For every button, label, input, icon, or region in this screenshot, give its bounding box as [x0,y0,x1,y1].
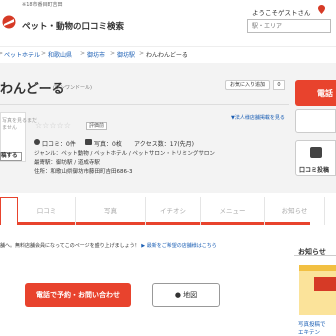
breadcrumb-separator: > [139,50,145,57]
comment-icon [34,139,40,145]
welcome-text: ようこそゲストさん [252,9,311,17]
tel-button[interactable]: 電話 [295,80,336,106]
secondary-action-button[interactable] [295,109,336,133]
sidebar-news-title: お知らせ [298,248,326,256]
rating-stars: ☆☆☆☆☆ [35,121,71,130]
breadcrumb-separator: > [80,50,86,57]
business-listing-link[interactable]: ▼法人様店舗掲載を見る [231,114,285,121]
breadcrumb-separator: > [110,50,116,57]
site-logo-text[interactable]: ペット・動物の口コミ検索 [22,20,124,32]
tab-photos[interactable]: 写真 [76,197,146,225]
photo-count[interactable]: 写真：0枚 [94,139,122,148]
breadcrumb-item[interactable]: 御坊駅 [117,50,135,59]
map-pin-icon: ● [174,291,181,299]
logo-icon[interactable] [2,15,16,29]
claim-notice: 舗へ。無料店舗会員になってこのページを盛り上げましょう！ ▶ 最新をご希望の店舗… [0,242,217,249]
tab-reviews[interactable]: 口コミ [18,197,76,225]
photo-placeholder-text: ません [2,125,17,131]
tel-reservation-button[interactable]: 電話で予約・お問い合わせ [25,283,131,307]
claim-notice-text: 舗へ。無料店舗会員になってこのページを盛り上げましょう！ [0,243,140,249]
chat-icon [310,147,322,158]
rating-badge: 評価前 [86,122,108,130]
tel-button-label: 電話 [317,89,333,98]
tab-top[interactable] [0,197,18,225]
favorite-button[interactable]: お気に入り追加 [225,80,270,90]
photo-placeholder-text: 写真を見るまだ [2,118,38,124]
breadcrumb-item[interactable]: 御坊市 [87,50,105,59]
shop-address: 住所：和歌山県御坊市藤田町吉田686-3 [34,169,133,175]
access-count: アクセス数：17(先月) [134,141,195,148]
shop-genre[interactable]: ジャンル：ペット動物 / ペットホテル / ペットサロン・トリミングサロン [34,149,215,157]
map-pin-icon [318,5,325,14]
shop-subtitle: (ワンワンドール) [53,85,92,91]
claim-notice-link[interactable]: 最新をご希望の店舗様はこちら [147,243,217,249]
info-icon: ▶ [141,243,146,249]
map-button-label: 地図 [183,291,198,299]
breadcrumb-separator: > [41,50,47,57]
breadcrumb-separator: > [0,50,4,57]
tab-recommend[interactable]: イチオシ [146,197,201,225]
review-post-label: 口コミ投稿 [299,167,330,174]
camera-icon [85,139,92,145]
tab-news[interactable]: お知らせ [265,197,325,225]
favorite-count: 0 [273,80,285,90]
sidebar-link[interactable]: 写真投稿で [298,320,326,328]
area-search-input[interactable] [247,19,331,33]
promo-banner-graphic [314,277,336,291]
photo-post-button[interactable]: 稿する [0,152,22,161]
breadcrumb-current: わんわんどーる [146,52,188,59]
breadcrumb-item[interactable]: ペットホテル [4,50,40,59]
review-post-button[interactable]: 口コミ投稿 [295,140,336,176]
shop-station[interactable]: 最寄駅：御坊駅 / 道成寺駅 [34,158,100,166]
map-button[interactable]: ● 地図 [152,283,220,307]
divider [0,104,289,105]
review-count[interactable]: 口コミ：0件 [42,139,76,148]
header-top-text: ※18市番目町吉田 [22,2,63,8]
promo-banner-stripe [299,265,336,271]
tab-menu[interactable]: メニュー [201,197,265,225]
breadcrumb-item[interactable]: 和歌山県 [48,50,72,59]
sidebar-link[interactable]: エキテン [298,328,320,336]
